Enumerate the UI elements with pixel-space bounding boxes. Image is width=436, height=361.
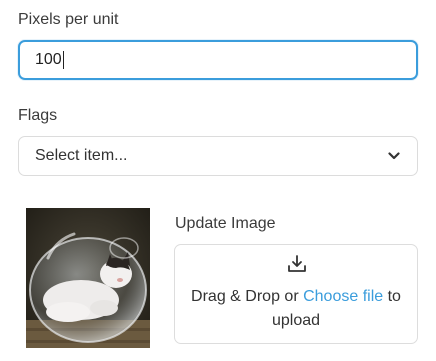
flags-label: Flags xyxy=(18,107,58,124)
download-tray-icon xyxy=(286,254,308,274)
file-dropzone[interactable]: Drag & Drop or Choose file to upload xyxy=(174,244,418,344)
chevron-down-icon xyxy=(387,149,401,163)
pixels-per-unit-input[interactable]: 100 xyxy=(18,40,418,80)
pixels-per-unit-value: 100 xyxy=(35,51,62,68)
text-caret xyxy=(62,51,64,69)
dropzone-text-before: Drag & Drop or xyxy=(191,288,299,305)
dropzone-text: Drag & Drop or Choose file to upload xyxy=(175,285,417,333)
pixels-per-unit-label: Pixels per unit xyxy=(18,11,119,28)
image-thumbnail xyxy=(26,208,150,348)
update-image-label: Update Image xyxy=(175,215,276,232)
flags-select[interactable]: Select item... xyxy=(18,136,418,176)
choose-file-link[interactable]: Choose file xyxy=(303,288,383,305)
flags-select-value: Select item... xyxy=(35,147,128,164)
